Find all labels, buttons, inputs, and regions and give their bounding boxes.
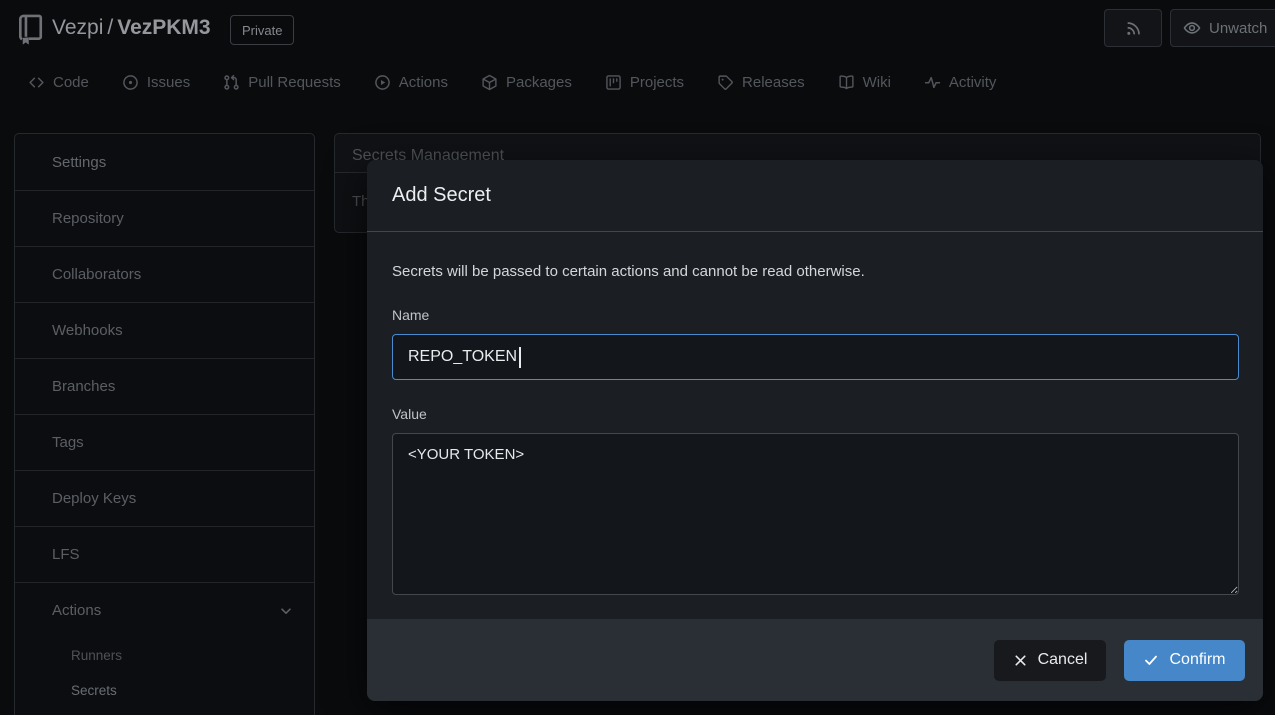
secret-value-textarea[interactable]: <YOUR TOKEN> (392, 433, 1239, 595)
package-icon (481, 74, 498, 91)
tab-pull-requests[interactable]: Pull Requests (223, 74, 341, 91)
tab-releases[interactable]: Releases (717, 74, 805, 91)
confirm-label: Confirm (1169, 651, 1225, 669)
cancel-button[interactable]: Cancel (994, 640, 1106, 681)
tab-actions[interactable]: Actions (374, 74, 448, 91)
repo-title-separator: / (103, 16, 117, 39)
value-field-label: Value (392, 406, 1239, 423)
tab-label: Releases (742, 74, 805, 91)
eye-icon (1183, 19, 1201, 37)
tab-label: Pull Requests (248, 74, 341, 91)
secret-name-value: REPO_TOKEN (408, 348, 517, 366)
rss-feed-button[interactable] (1104, 9, 1162, 47)
repo-name-link[interactable]: VezPKM3 (117, 16, 210, 39)
tab-activity[interactable]: Activity (924, 74, 997, 91)
tab-label: Wiki (863, 74, 891, 91)
tab-packages[interactable]: Packages (481, 74, 572, 91)
sidebar-item-repository[interactable]: Repository (15, 190, 314, 246)
sidebar-item-runners[interactable]: Runners (15, 638, 314, 673)
tab-issues[interactable]: Issues (122, 74, 190, 91)
tab-label: Projects (630, 74, 684, 91)
unwatch-label: Unwatch (1209, 20, 1267, 37)
settings-sidebar: Settings Repository Collaborators Webhoo… (14, 133, 315, 715)
cancel-label: Cancel (1038, 651, 1088, 669)
private-badge: Private (230, 15, 294, 45)
repo-book-icon (16, 13, 46, 47)
repo-title: Vezpi/VezPKM3 (52, 16, 211, 40)
tab-label: Code (53, 74, 89, 91)
rss-icon (1125, 20, 1142, 37)
sidebar-item-deploy-keys[interactable]: Deploy Keys (15, 470, 314, 526)
tab-label: Actions (399, 74, 448, 91)
sidebar-item-webhooks[interactable]: Webhooks (15, 302, 314, 358)
code-icon (28, 74, 45, 91)
repo-header: Vezpi/VezPKM3 Private Unwatch (0, 0, 1275, 60)
chevron-down-icon (278, 603, 294, 619)
secret-name-input[interactable]: REPO_TOKEN (392, 334, 1239, 380)
book-icon (838, 74, 855, 91)
git-pull-request-icon (223, 74, 240, 91)
check-icon (1143, 652, 1159, 668)
app-window: Vezpi/VezPKM3 Private Unwatch (0, 0, 1275, 715)
tab-label: Packages (506, 74, 572, 91)
play-circle-icon (374, 74, 391, 91)
tag-icon (717, 74, 734, 91)
sidebar-item-lfs[interactable]: LFS (15, 526, 314, 582)
sidebar-item-settings[interactable]: Settings (15, 134, 314, 190)
repo-owner-link[interactable]: Vezpi (52, 16, 103, 39)
sidebar-item-label: Actions (52, 602, 101, 619)
sidebar-item-collaborators[interactable]: Collaborators (15, 246, 314, 302)
tab-label: Issues (147, 74, 190, 91)
modal-body: Secrets will be passed to certain action… (367, 232, 1263, 600)
pulse-icon (924, 74, 941, 91)
close-icon (1013, 653, 1028, 668)
sidebar-item-tags[interactable]: Tags (15, 414, 314, 470)
modal-title: Add Secret (392, 184, 491, 207)
unwatch-button[interactable]: Unwatch (1170, 9, 1275, 47)
modal-header: Add Secret (367, 160, 1263, 232)
modal-description: Secrets will be passed to certain action… (392, 262, 1239, 281)
sidebar-item-actions[interactable]: Actions (15, 582, 314, 638)
tab-wiki[interactable]: Wiki (838, 74, 891, 91)
tab-projects[interactable]: Projects (605, 74, 684, 91)
tab-code[interactable]: Code (28, 74, 89, 91)
issue-opened-icon (122, 74, 139, 91)
modal-footer: Cancel Confirm (367, 619, 1263, 701)
text-caret (519, 347, 521, 368)
repo-nav-tabs: Code Issues Pull Requests Actions Packag… (0, 60, 1275, 105)
confirm-button[interactable]: Confirm (1124, 640, 1245, 681)
sidebar-item-branches[interactable]: Branches (15, 358, 314, 414)
add-secret-modal: Add Secret Secrets will be passed to cer… (367, 160, 1263, 701)
name-field-label: Name (392, 307, 1239, 324)
project-board-icon (605, 74, 622, 91)
tab-label: Activity (949, 74, 997, 91)
sidebar-item-secrets[interactable]: Secrets (15, 673, 314, 708)
